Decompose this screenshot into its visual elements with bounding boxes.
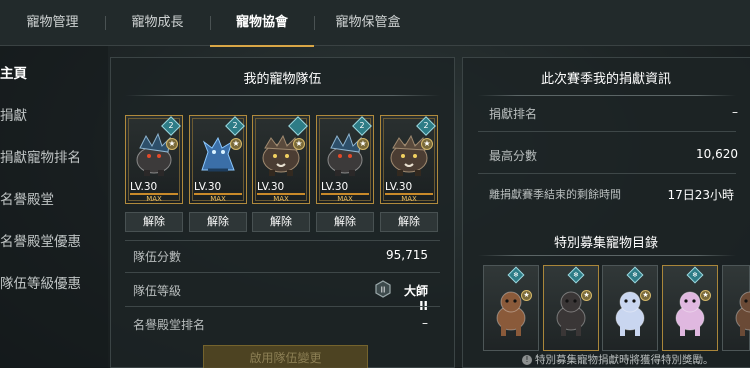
ice-element-icon: ❄ bbox=[507, 266, 525, 284]
team-level-value: 大師II bbox=[403, 284, 428, 313]
max-label: MAX bbox=[273, 195, 289, 203]
release-button-3[interactable]: 解除 bbox=[252, 212, 310, 232]
pet-level: LV.30 bbox=[321, 181, 349, 193]
info-icon: ! bbox=[522, 355, 532, 365]
max-label: MAX bbox=[146, 195, 162, 203]
hall-rank-label: 名譽殿堂排名 bbox=[133, 318, 206, 332]
special-note-text: 特別募集寵物捐獻時將獲得特別獎勵。 bbox=[535, 354, 714, 366]
time-remaining-value: 17日23小時 bbox=[667, 188, 734, 202]
star-icon: ★ bbox=[521, 290, 532, 301]
team-score-label: 隊伍分數 bbox=[133, 250, 182, 264]
tab-pet-growth[interactable]: 寵物成長 bbox=[105, 0, 210, 46]
pet-figure-icon bbox=[735, 291, 750, 336]
team-pet-card[interactable]: 2 ★ LV.30 MAX bbox=[316, 115, 374, 204]
star-icon: ★ bbox=[293, 138, 305, 150]
special-pet-card[interactable]: ❄ ★ bbox=[543, 265, 599, 351]
season-title: 此次賽季我的捐獻資訊 bbox=[540, 72, 671, 87]
team-pet-card[interactable]: 2 ★ LV.30 MAX bbox=[380, 115, 438, 204]
max-label: MAX bbox=[337, 195, 353, 203]
sidebar-item-home[interactable]: 主頁 bbox=[0, 62, 27, 82]
donation-rank-value: – bbox=[732, 105, 738, 119]
star-icon: ★ bbox=[700, 290, 711, 301]
sidebar-item-team-level-benefits[interactable]: 隊伍等級優惠 bbox=[0, 272, 81, 292]
team-pet-card[interactable]: ★ LV.30 MAX bbox=[252, 115, 310, 204]
special-pets-title: 特別募集寵物目錄 bbox=[553, 236, 658, 251]
special-pet-card[interactable]: ❄ ★ bbox=[662, 265, 718, 351]
rank-badge-text: II bbox=[381, 286, 386, 295]
star-icon: ★ bbox=[357, 138, 369, 150]
sidebar-item-donate[interactable]: 捐獻 bbox=[0, 104, 27, 124]
team-level-label: 隊伍等級 bbox=[133, 284, 182, 298]
hall-rank-value: – bbox=[422, 316, 428, 330]
ice-element-icon: ❄ bbox=[626, 266, 644, 284]
element-level: 2 bbox=[359, 121, 365, 130]
element-level: 2 bbox=[423, 121, 429, 130]
best-score-value: 10,620 bbox=[696, 147, 738, 161]
rank-badge-icon: II bbox=[375, 280, 391, 298]
tab-pet-association[interactable]: 寵物協會 bbox=[210, 0, 314, 47]
release-button-4[interactable]: 解除 bbox=[316, 212, 374, 232]
star-icon: ★ bbox=[581, 290, 592, 301]
apply-team-change-button[interactable]: 啟用隊伍變更 bbox=[203, 345, 368, 368]
star-icon: ★ bbox=[640, 290, 651, 301]
sidebar-item-hall-of-fame[interactable]: 名譽殿堂 bbox=[0, 188, 54, 208]
tab-pet-storage[interactable]: 寵物保管盒 bbox=[314, 0, 422, 46]
pet-level: LV.30 bbox=[194, 181, 222, 193]
release-button-5[interactable]: 解除 bbox=[380, 212, 438, 232]
star-icon: ★ bbox=[421, 138, 433, 150]
pet-level: LV.30 bbox=[257, 181, 285, 193]
element-level: 2 bbox=[232, 121, 238, 130]
donation-rank-label: 捐獻排名 bbox=[489, 107, 538, 121]
ice-element-icon: ❄ bbox=[567, 266, 585, 284]
team-pet-card[interactable]: 2 ★ LV.30 MAX bbox=[189, 115, 247, 204]
special-pet-card[interactable]: ❄ ★ bbox=[602, 265, 658, 351]
max-label: MAX bbox=[210, 195, 226, 203]
element-level bbox=[292, 120, 304, 132]
team-title: 我的寵物隊伍 bbox=[243, 72, 322, 87]
special-note: ! 特別募集寵物捐獻時將獲得特別獎勵。 bbox=[522, 352, 714, 367]
special-pet-card[interactable] bbox=[722, 265, 750, 351]
tab-pet-management[interactable]: 寵物管理 bbox=[0, 0, 105, 46]
element-level: 2 bbox=[168, 121, 174, 130]
pet-level: LV.30 bbox=[385, 181, 413, 193]
time-remaining-label: 離捐獻賽季結束的剩餘時間 bbox=[489, 188, 621, 201]
star-icon: ★ bbox=[166, 138, 178, 150]
special-pet-card[interactable]: ❄ ★ bbox=[483, 265, 539, 351]
top-tab-bar: 寵物管理 寵物成長 寵物協會 寵物保管盒 bbox=[0, 0, 750, 47]
release-button-1[interactable]: 解除 bbox=[125, 212, 183, 232]
team-score-value: 95,715 bbox=[386, 248, 428, 262]
release-button-2[interactable]: 解除 bbox=[189, 212, 247, 232]
sidebar-item-donation-ranking[interactable]: 捐獻寵物排名 bbox=[0, 146, 81, 166]
sidebar-item-hall-benefits[interactable]: 名譽殿堂優惠 bbox=[0, 230, 81, 250]
pet-level: LV.30 bbox=[130, 181, 158, 193]
team-pet-card[interactable]: 2 ★ LV.30 MAX bbox=[125, 115, 183, 204]
best-score-label: 最高分數 bbox=[489, 149, 538, 163]
max-label: MAX bbox=[401, 195, 417, 203]
star-icon: ★ bbox=[230, 138, 242, 150]
ice-element-icon: ❄ bbox=[686, 266, 704, 284]
